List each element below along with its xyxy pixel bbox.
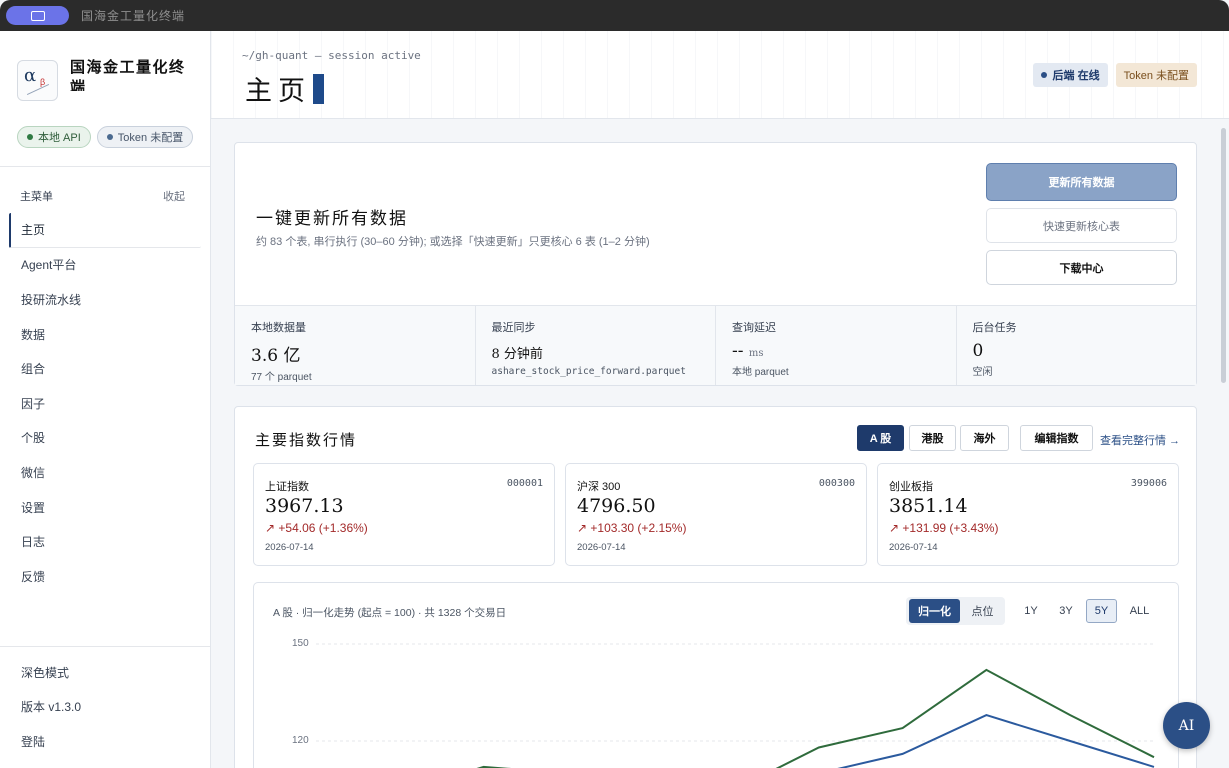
stat-query-latency: 查询延迟 -- ms 本地 parquet — [716, 306, 957, 385]
view-full-quotes-link[interactable]: 查看完整行情 → — [1100, 432, 1180, 448]
stat-label: 后台任务 — [972, 322, 1017, 334]
sidebar-item-pipeline[interactable]: 投研流水线 — [9, 282, 201, 317]
sidebar-item-stock[interactable]: 个股 — [9, 421, 201, 456]
series-line-0 — [476, 668, 1155, 768]
index-change: ↗ +103.30 (+2.15%) — [577, 521, 687, 535]
stat-label: 最近同步 — [491, 322, 536, 334]
trend-chart: A 股 · 归一化走势 (起点 = 100) · 共 1328 个交易日 归一化… — [253, 582, 1179, 768]
tab-a-share[interactable]: A 股 — [857, 425, 904, 451]
index-code: 000001 — [506, 478, 543, 489]
monitor-icon — [30, 10, 45, 21]
version-label: 版本 v1.3.0 — [21, 700, 82, 715]
download-center-button[interactable]: 下载中心 — [986, 250, 1177, 285]
token-status-badge: Token 未配置 — [96, 126, 194, 148]
sidebar: αβ 国海金工量化终端 本地 API Token 未配置 主菜单 收起 主页 A… — [0, 31, 211, 768]
stat-data-volume: 本地数据量 3.6 亿 77 个 parquet — [235, 306, 476, 385]
scrollbar[interactable] — [1221, 128, 1226, 383]
index-tile-csi300[interactable]: 沪深 300 000300 4796.50 ↗ +103.30 (+2.15%)… — [565, 463, 867, 566]
sidebar-item-settings[interactable]: 设置 — [9, 490, 201, 525]
index-date: 2026-07-14 — [577, 542, 626, 553]
divider — [0, 166, 210, 167]
stat-label: 本地数据量 — [251, 322, 306, 334]
index-name: 创业板指 — [889, 481, 933, 493]
stat-value: 8 分钟前 — [491, 347, 543, 362]
dark-mode-toggle[interactable]: 深色模式 — [21, 655, 81, 690]
stat-sub: 77 个 parquet — [251, 372, 312, 383]
index-date: 2026-07-14 — [889, 542, 938, 553]
index-section-title: 主要指数行情 — [255, 431, 358, 449]
collapse-button[interactable]: 收起 — [163, 188, 185, 204]
index-change: ↗ +131.99 (+3.43%) — [889, 521, 999, 535]
stat-value: 0 — [972, 341, 984, 361]
index-tile-chinext[interactable]: 创业板指 399006 3851.14 ↗ +131.99 (+3.43%) 2… — [877, 463, 1179, 566]
index-card: 主要指数行情 A 股 港股 海外 编辑指数 查看完整行情 → 上证指数 0000… — [234, 406, 1197, 768]
index-change: ↗ +54.06 (+1.36%) — [265, 521, 368, 535]
index-code: 000300 — [818, 478, 855, 489]
update-subtitle: 约 83 个表, 串行执行 (30–60 分钟); 或选择「快速更新」只更核心 … — [256, 236, 650, 248]
sidebar-item-agent[interactable]: Agent平台 — [9, 248, 201, 283]
chart-plot — [316, 643, 1155, 768]
stat-label: 查询延迟 — [732, 322, 776, 334]
index-value: 4796.50 — [577, 495, 656, 517]
sidebar-item-feedback[interactable]: 反馈 — [9, 559, 201, 594]
menu-title: 主菜单 — [20, 191, 53, 203]
status-dot-icon — [106, 134, 113, 140]
index-name: 沪深 300 — [577, 481, 621, 493]
page-title-text: 主页 — [245, 76, 311, 107]
edit-indices-button[interactable]: 编辑指数 — [1020, 425, 1093, 451]
app-switcher-button[interactable] — [6, 6, 69, 25]
stat-value: 3.6 亿 — [251, 346, 301, 366]
backend-status-badge: 后端 在线 — [1032, 63, 1108, 87]
page-header: ~/gh-quant — session active 主页 后端 在线 Tok… — [211, 31, 1229, 119]
index-tile-sse[interactable]: 上证指数 000001 3967.13 ↗ +54.06 (+1.36%) 20… — [253, 463, 555, 566]
window-title: 国海金工量化终端 — [81, 9, 186, 23]
update-card: 一键更新所有数据 约 83 个表, 串行执行 (30–60 分钟); 或选择「快… — [234, 142, 1197, 386]
stat-sub: 空闲 — [972, 367, 993, 378]
app-logo-icon: αβ — [17, 60, 58, 101]
ai-assistant-button[interactable]: AI — [1163, 702, 1210, 749]
stats-row: 本地数据量 3.6 亿 77 个 parquet 最近同步 8 分钟前 asha… — [235, 305, 1196, 385]
sidebar-item-wechat[interactable]: 微信 — [9, 455, 201, 490]
sidebar-item-factor[interactable]: 因子 — [9, 386, 201, 421]
page-title: 主页 — [245, 69, 324, 108]
brand: αβ 国海金工量化终端 — [17, 58, 190, 101]
stat-sub: 本地 parquet — [732, 367, 789, 378]
window-titlebar: 国海金工量化终端 — [0, 0, 1229, 31]
tab-hk[interactable]: 港股 — [909, 425, 956, 451]
update-title: 一键更新所有数据 — [256, 209, 408, 229]
sidebar-item-data[interactable]: 数据 — [9, 317, 201, 352]
stat-sub: ashare_stock_price_forward.parquet — [491, 366, 686, 377]
status-dot-icon — [1040, 72, 1047, 78]
main-menu: 主页 Agent平台 投研流水线 数据 组合 因子 个股 微信 设置 日志 反馈 — [9, 213, 201, 594]
text-cursor-icon — [313, 73, 324, 104]
backend-status-label: 后端 在线 — [1052, 70, 1100, 82]
token-status-label: Token 未配置 — [117, 132, 184, 144]
status-dot-icon — [27, 134, 33, 140]
login-button[interactable]: 登陆 — [21, 724, 81, 759]
index-code: 399006 — [1130, 478, 1167, 489]
quick-update-button[interactable]: 快速更新核心表 — [986, 208, 1177, 243]
stat-background-tasks: 后台任务 0 空闲 — [957, 306, 1197, 385]
stat-last-sync: 最近同步 8 分钟前 ashare_stock_price_forward.pa… — [476, 306, 716, 385]
tab-overseas[interactable]: 海外 — [960, 425, 1009, 451]
update-all-button[interactable]: 更新所有数据 — [986, 163, 1177, 201]
index-date: 2026-07-14 — [265, 542, 314, 553]
index-value: 3851.14 — [889, 495, 968, 517]
divider — [0, 646, 210, 647]
sidebar-item-home[interactable]: 主页 — [9, 213, 201, 248]
sidebar-item-logs[interactable]: 日志 — [9, 524, 201, 559]
latency-unit: ms — [748, 348, 764, 359]
sidebar-item-portfolio[interactable]: 组合 — [9, 351, 201, 386]
latency-value: -- — [732, 341, 744, 361]
local-api-badge: 本地 API — [17, 126, 91, 148]
stat-value: -- ms — [732, 341, 956, 361]
series-line-1 — [837, 714, 1155, 768]
index-value: 3967.13 — [265, 495, 344, 517]
local-api-label: 本地 API — [38, 132, 81, 144]
session-status: ~/gh-quant — session active — [242, 49, 421, 62]
token-badge[interactable]: Token 未配置 — [1115, 63, 1197, 87]
index-name: 上证指数 — [265, 481, 309, 493]
brand-name: 国海金工量化终端 — [70, 58, 186, 91]
